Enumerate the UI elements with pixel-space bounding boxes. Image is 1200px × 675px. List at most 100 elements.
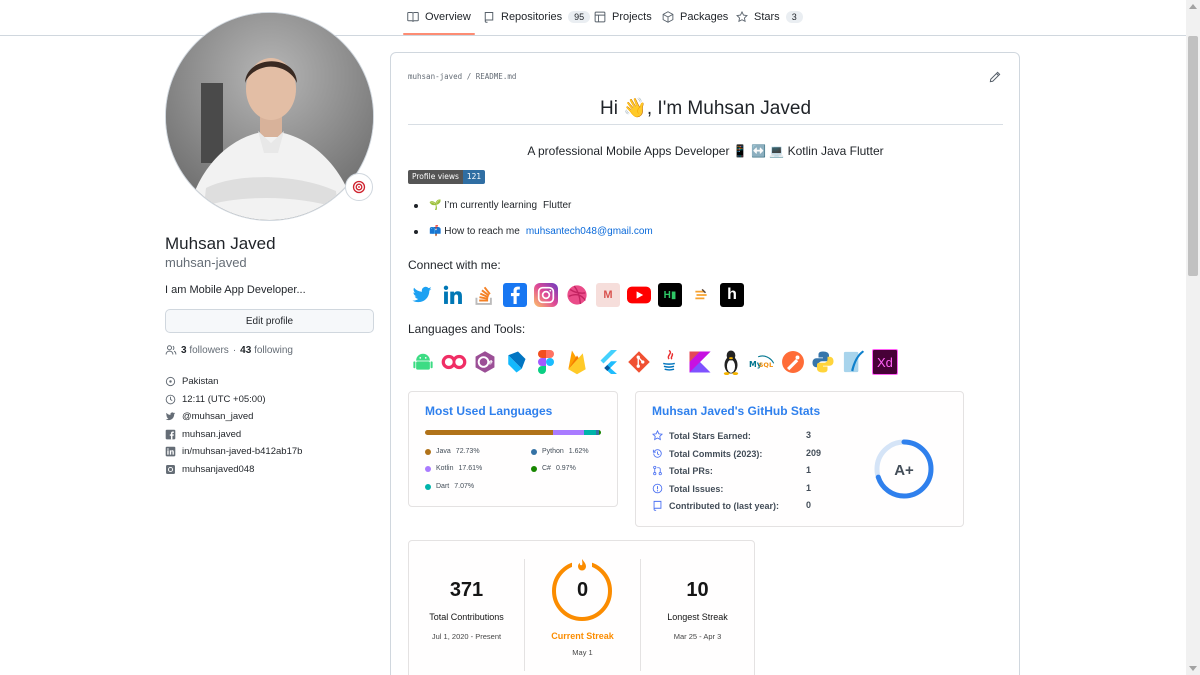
follow-stats: 3 followers · 43 following xyxy=(165,344,293,356)
pencil-icon[interactable] xyxy=(989,71,1001,83)
profile-details: Pakistan 12:11 (UTC +05:00) @muhsan_jave… xyxy=(165,373,302,478)
total-contributions-label: Total Contributions xyxy=(429,612,504,622)
csharp-icon[interactable]: # xyxy=(472,349,498,375)
learning-text: 🌱 I’m currently learning xyxy=(429,200,538,211)
facebook-item[interactable]: muhsan.javed xyxy=(165,426,302,444)
profile-views-badge: Profile views 121 xyxy=(408,170,486,184)
stat-label: Total Commits (2023): xyxy=(669,448,763,459)
stackoverflow-icon[interactable] xyxy=(472,283,496,307)
youtube-icon[interactable] xyxy=(627,283,651,307)
avatar-photo xyxy=(166,13,373,220)
instagram-icon xyxy=(166,464,175,474)
figma-icon[interactable] xyxy=(533,349,559,375)
repo-icon xyxy=(484,12,494,23)
stars-count: 3 xyxy=(785,11,803,23)
tab-overview[interactable]: Overview xyxy=(403,0,475,35)
firebase-icon[interactable] xyxy=(564,349,590,375)
flutter-icon[interactable] xyxy=(595,349,621,375)
scroll-down-arrow[interactable] xyxy=(1189,666,1197,671)
longest-streak-label: Longest Streak xyxy=(667,612,728,622)
lang-pct: 72.73% xyxy=(455,448,480,455)
tab-packages[interactable]: Packages xyxy=(662,0,728,34)
followers-label: followers xyxy=(189,344,229,356)
target-icon xyxy=(352,180,366,194)
scroll-up-arrow[interactable] xyxy=(1189,4,1197,9)
lang-kotlin: Kotlin 17.61% xyxy=(425,465,482,472)
languages-card: Most Used Languages Java 72.73% Kotlin 17.… xyxy=(408,391,618,507)
followers-link[interactable]: 3 followers xyxy=(181,345,229,356)
instagram-item[interactable]: muhsanjaved048 xyxy=(165,461,302,479)
longest-streak-range: Mar 25 - Apr 3 xyxy=(673,632,722,641)
vertical-scrollbar[interactable] xyxy=(1186,0,1200,675)
stat-row-commits: Total Commits (2023): xyxy=(652,448,762,459)
linkedin-icon[interactable] xyxy=(441,283,465,307)
stat-value-prs: 1 xyxy=(806,465,812,475)
people-icon xyxy=(165,345,177,355)
languages-card-title: Most Used Languages xyxy=(425,404,553,418)
instagram-handle[interactable]: muhsanjaved048 xyxy=(182,464,254,475)
sqlite-icon[interactable] xyxy=(841,349,867,375)
csharp-segment xyxy=(599,430,601,435)
location-text: Pakistan xyxy=(182,376,219,388)
linkedin-item[interactable]: in/muhsan-javed-b412ab17b xyxy=(165,443,302,461)
book-icon xyxy=(407,12,419,22)
java-icon[interactable] xyxy=(656,349,682,375)
lang-python: Python 1.62% xyxy=(531,448,589,455)
xd-icon[interactable]: Xd xyxy=(871,349,898,375)
twitter-item[interactable]: @muhsan_javed xyxy=(165,408,302,426)
tab-stars[interactable]: Stars 3 xyxy=(736,0,803,34)
avatar[interactable] xyxy=(165,12,374,221)
edit-profile-button[interactable]: Edit profile xyxy=(165,309,374,333)
localtime-item: 12:11 (UTC +05:00) xyxy=(165,391,302,409)
python-icon[interactable] xyxy=(810,349,836,375)
twitter-icon xyxy=(165,412,176,421)
tools-heading: Languages and Tools: xyxy=(408,322,526,336)
scroll-thumb[interactable] xyxy=(1188,36,1198,276)
stat-value-stars: 3 xyxy=(806,430,812,440)
dart-segment xyxy=(583,430,597,435)
postman-icon[interactable] xyxy=(780,349,806,375)
android-icon[interactable] xyxy=(410,349,436,375)
current-streak-value: 0 xyxy=(576,579,589,601)
dribbble-icon[interactable] xyxy=(565,283,589,307)
linux-icon[interactable] xyxy=(718,349,744,375)
total-contributions-range: Jul 1, 2020 - Present xyxy=(431,632,502,641)
longest-streak: 10 Longest Streak Mar 25 - Apr 3 xyxy=(640,579,755,641)
profile-username: muhsan-javed xyxy=(165,255,247,270)
dart-icon[interactable] xyxy=(502,349,528,375)
email-link[interactable]: muhsantech048@gmail.com xyxy=(526,226,653,237)
lang-name: Kotlin xyxy=(436,465,454,472)
set-status-button[interactable] xyxy=(345,173,373,201)
mysql-icon[interactable]: My SQL xyxy=(749,349,775,375)
linkedin-handle[interactable]: in/muhsan-javed-b412ab17b xyxy=(182,446,302,457)
followers-count: 3 xyxy=(181,344,187,356)
lang-csharp: C# 0.97% xyxy=(531,465,576,472)
medium-icon[interactable]: M xyxy=(596,283,620,307)
following-link[interactable]: 43 following xyxy=(240,345,293,356)
learning-topic: Flutter xyxy=(543,200,572,211)
lang-name: Dart xyxy=(436,483,450,490)
instagram-icon[interactable] xyxy=(534,283,558,307)
tab-repositories[interactable]: Repositories 95 xyxy=(483,0,591,34)
hashnode-icon[interactable]: h xyxy=(720,283,744,307)
facebook-icon[interactable] xyxy=(503,283,527,307)
appwrite-icon[interactable] xyxy=(441,349,467,375)
codechef-icon[interactable] xyxy=(689,283,713,307)
dart-swatch xyxy=(425,483,431,490)
stat-row-stars: Total Stars Earned: xyxy=(652,430,751,441)
readme-path[interactable]: muhsan-javed / README.md xyxy=(408,72,516,81)
twitter-icon[interactable] xyxy=(410,283,434,307)
stat-value-contributed: 0 xyxy=(806,500,812,510)
contact-bullet: 📫 How to reach me muhsantech048@gmail.co… xyxy=(414,226,653,237)
badge-value: 121 xyxy=(462,170,486,184)
hackerearth-icon[interactable]: H▮ xyxy=(658,283,682,307)
git-icon[interactable] xyxy=(626,349,652,375)
location-icon xyxy=(165,377,176,387)
kotlin-icon[interactable] xyxy=(687,349,713,375)
stat-label: Contributed to (last year): xyxy=(669,500,780,511)
facebook-handle[interactable]: muhsan.javed xyxy=(182,429,241,440)
streak-card: 371 Total Contributions Jul 1, 2020 - Pr… xyxy=(408,540,755,675)
twitter-handle[interactable]: @muhsan_javed xyxy=(182,411,253,422)
tab-projects[interactable]: Projects xyxy=(594,0,652,34)
total-contributions-value: 371 xyxy=(449,579,484,601)
